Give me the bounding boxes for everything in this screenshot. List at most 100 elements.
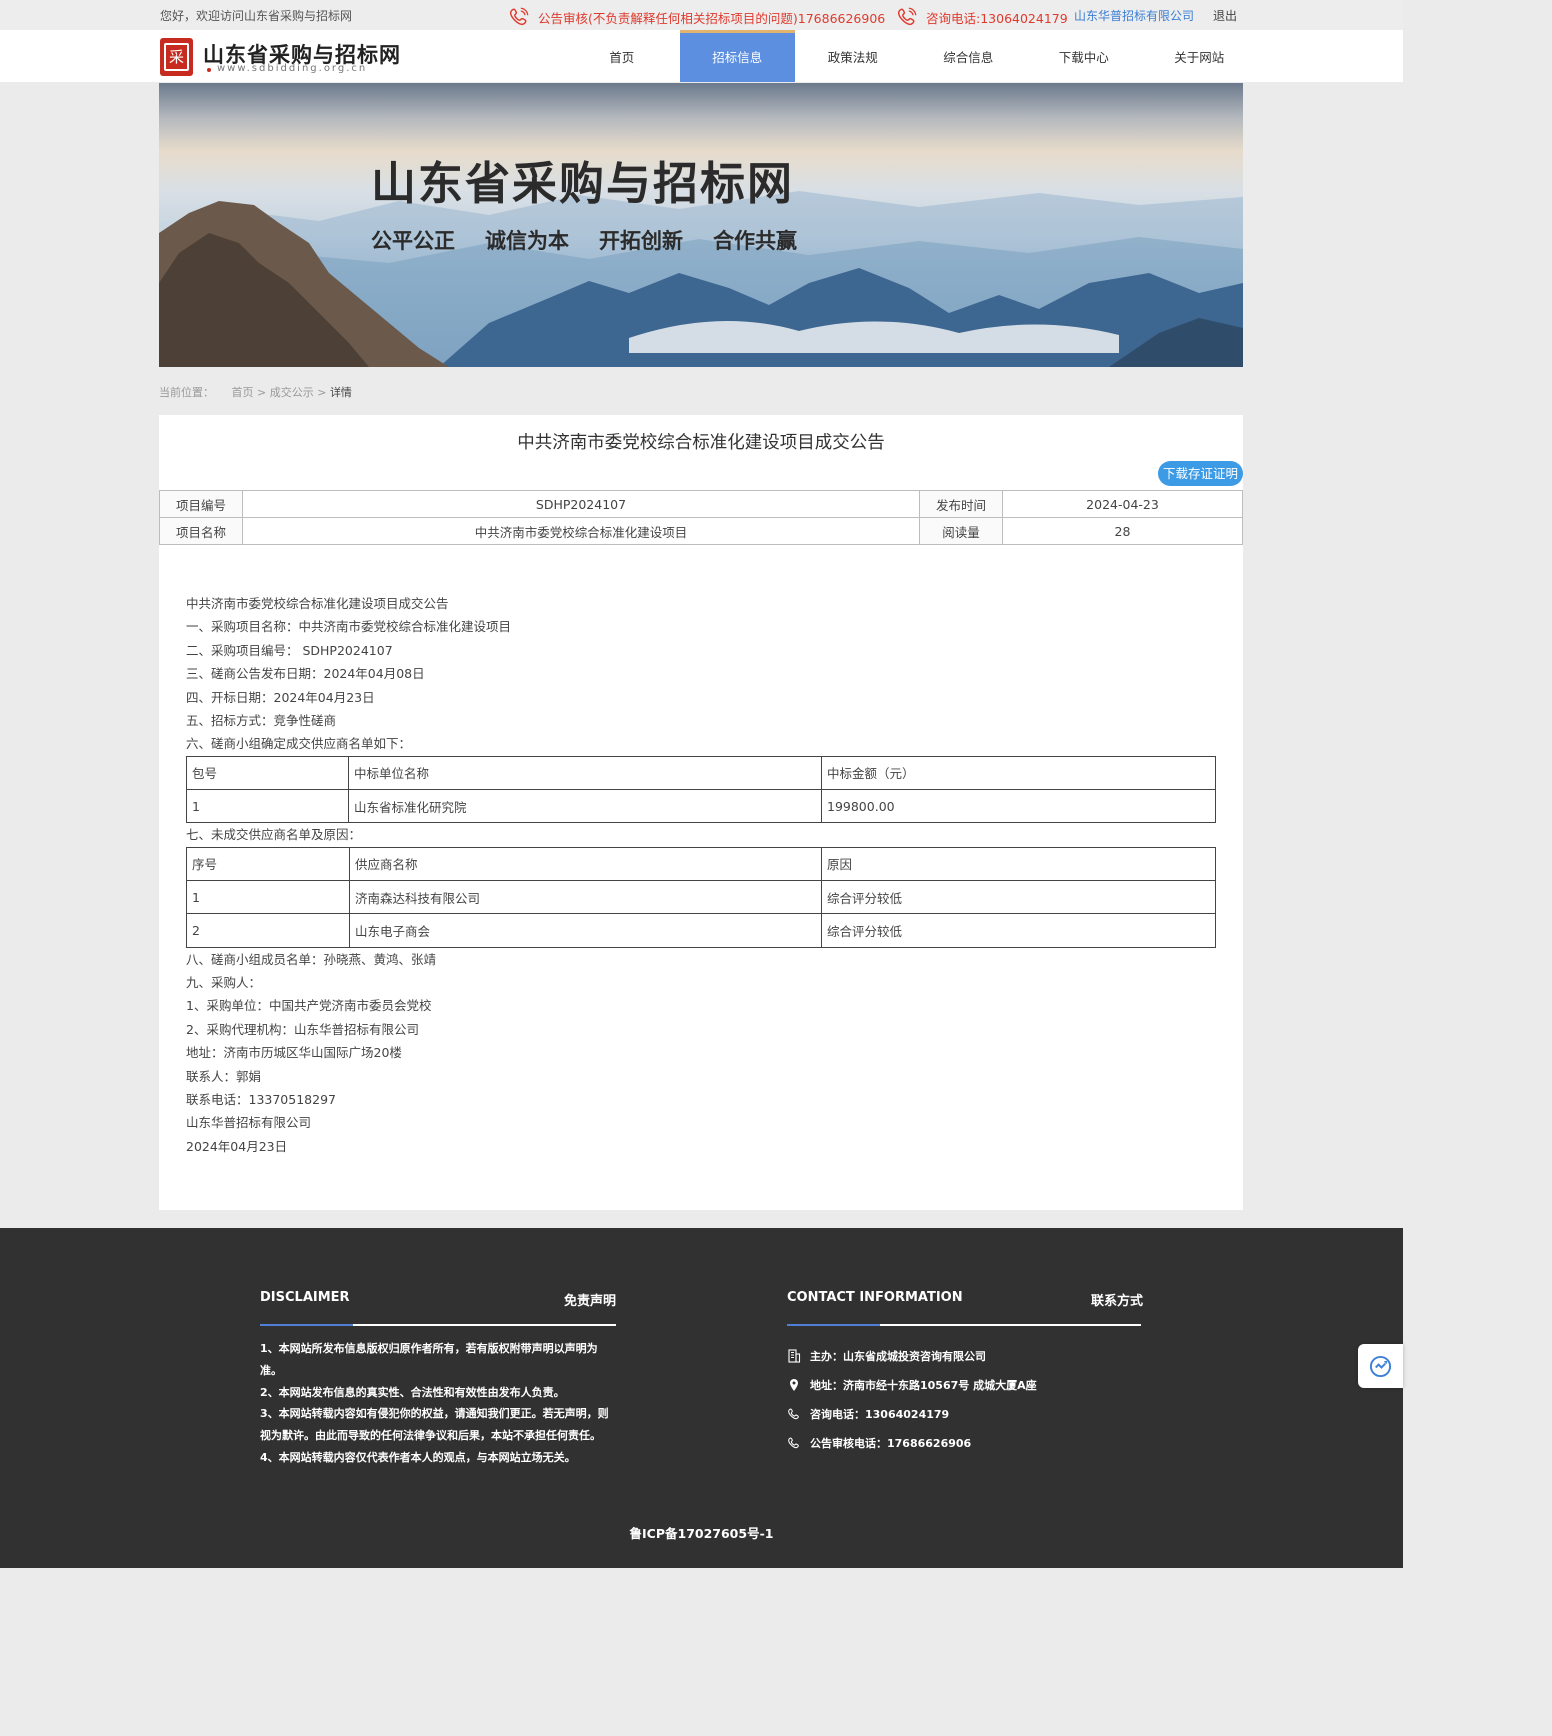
table-cell: 2 (186, 913, 350, 948)
table-header-cell: 包号 (186, 755, 349, 791)
body-line: 联系电话：13370518297 (186, 1091, 336, 1107)
building-icon (788, 1348, 801, 1363)
table-header-cell: 中标金额（元） (821, 755, 1216, 791)
table-header-cell: 中标单位名称 (348, 755, 822, 791)
logo-url: www.sdbidding.org.cn (206, 63, 368, 74)
breadcrumb-deal-notices[interactable]: 成交公示 (270, 386, 314, 399)
contact-item: 地址：济南市经十东路10567号 成城大厦A座 (787, 1370, 1037, 1399)
top-bar: 您好，欢迎访问山东省采购与招标网 公告审核(不负责解释任何相关招标项目的问题)1… (0, 0, 1403, 30)
table-row: 1 山东省标准化研究院 199800.00 (186, 789, 1216, 824)
banner-title: 山东省采购与招标网 (371, 157, 795, 210)
table-header-row: 包号 中标单位名称 中标金额（元） (186, 755, 1216, 791)
notice-text: 公告审核(不负责解释任何相关招标项目的问题)17686626906 (538, 10, 886, 26)
icp-record[interactable]: 鲁ICP备17027605号-1 (0, 1523, 1403, 1542)
nav-item-general-info[interactable]: 综合信息 (911, 30, 1027, 82)
contact-address: 地址：济南市经十东路10567号 成城大厦A座 (810, 1378, 1037, 1392)
table-cell: 1 (186, 880, 350, 915)
company-link[interactable]: 山东华普招标有限公司 (1074, 7, 1194, 24)
table-cell: 济南森达科技有限公司 (349, 880, 822, 915)
contact-divider (787, 1324, 1141, 1326)
nav-item-downloads[interactable]: 下载中心 (1026, 30, 1142, 82)
consult-phone: 咨询电话:13064024179 (896, 6, 1068, 28)
body-line: 一、采购项目名称：中共济南市委党校综合标准化建设项目 (186, 619, 512, 635)
body-line: 中共济南市委党校综合标准化建设项目成交公告 (186, 596, 449, 611)
breadcrumb-separator: > (317, 386, 327, 399)
banner-slogan: 合作共赢 (713, 228, 797, 253)
contact-consult-phone: 咨询电话：13064024179 (810, 1407, 950, 1421)
table-row: 项目名称 中共济南市委党校综合标准化建设项目 阅读量 28 (159, 517, 1243, 545)
views-value: 28 (1002, 517, 1243, 545)
breadcrumb: 当前位置： 首页 > 成交公示 > 详情 (159, 384, 352, 400)
banner-slogans: 公平公正 诚信为本 开拓创新 合作共赢 (371, 225, 827, 255)
table-header-cell: 序号 (186, 846, 350, 882)
body-line: 地址：济南市历城区华山国际广场20楼 (186, 1045, 402, 1061)
banner-slogan: 开拓创新 (599, 228, 683, 253)
body-line: 七、未成交供应商名单及原因： (186, 827, 362, 843)
body-line: 五、招标方式：竞争性磋商 (186, 712, 337, 728)
body-line: 八、磋商小组成员名单：孙晓燕、黄鸿、张靖 (186, 951, 437, 967)
table-cell: 1 (186, 789, 349, 824)
logout-link[interactable]: 退出 (1213, 7, 1237, 24)
consult-phone-text: 咨询电话:13064024179 (926, 10, 1068, 26)
table-row: 项目编号 SDHP2024107 发布时间 2024-04-23 (159, 490, 1243, 518)
table-cell: 综合评分较低 (821, 880, 1216, 915)
body-line: 山东华普招标有限公司 (186, 1115, 312, 1131)
contact-item: 主办：山东省成城投资咨询有限公司 (787, 1341, 1037, 1370)
breadcrumb-current: 详情 (329, 386, 352, 399)
floating-widget-button[interactable] (1358, 1344, 1403, 1388)
table-cell: 山东省标准化研究院 (348, 789, 822, 824)
body-line: 2、采购代理机构：山东华普招标有限公司 (186, 1021, 419, 1037)
breadcrumb-home[interactable]: 首页 (232, 386, 254, 399)
breadcrumb-separator: > (257, 386, 267, 399)
disclaimer-divider (260, 1324, 616, 1326)
body-line: 2024年04月23日 (186, 1138, 288, 1154)
body-line: 联系人：郭娟 (186, 1068, 262, 1084)
body-line: 三、磋商公告发布日期：2024年04月08日 (186, 666, 425, 682)
table-cell: 199800.00 (821, 789, 1216, 824)
phone-icon (788, 1437, 799, 1448)
phone-icon (509, 7, 529, 26)
notice-body: 中共济南市委党校综合标准化建设项目成交公告 一、采购项目名称：中共济南市委党校综… (186, 592, 1216, 1158)
contact-item: 咨询电话：13064024179 (787, 1399, 1037, 1428)
site-header: 采 山东省采购与招标网 www.sdbidding.org.cn 首页 招标信息… (0, 30, 1403, 82)
contact-list: 主办：山东省成城投资咨询有限公司 地址：济南市经十东路10567号 成城大厦A座… (787, 1341, 1037, 1457)
unsuccessful-suppliers-table: 序号 供应商名称 原因 1 济南森达科技有限公司 综合评分较低 2 山东电子商会… (186, 846, 1216, 948)
refresh-icon (1369, 1355, 1392, 1378)
breadcrumb-label: 当前位置： (159, 386, 214, 399)
page-title: 中共济南市委党校综合标准化建设项目成交公告 (517, 433, 885, 453)
table-header-cell: 供应商名称 (349, 846, 822, 882)
table-header-row: 序号 供应商名称 原因 (186, 846, 1216, 882)
publish-time-value: 2024-04-23 (1002, 490, 1243, 518)
main-nav: 首页 招标信息 政策法规 综合信息 下载中心 关于网站 (564, 30, 1257, 82)
project-no-value: SDHP2024107 (242, 490, 920, 518)
hero-banner: 山东省采购与招标网 公平公正 诚信为本 开拓创新 合作共赢 (159, 83, 1243, 367)
contact-heading-en: CONTACT INFORMATION (787, 1290, 963, 1305)
notice-phone: 公告审核(不负责解释任何相关招标项目的问题)17686626906 (508, 6, 885, 28)
nav-item-about[interactable]: 关于网站 (1142, 30, 1258, 82)
body-line: 九、采购人： (186, 975, 262, 990)
project-name-label: 项目名称 (159, 517, 243, 545)
disclaimer-item: 3、本网站转载内容如有侵犯你的权益，请通知我们更正。若无声明，则视为默许。由此而… (260, 1407, 609, 1443)
table-row: 1 济南森达科技有限公司 综合评分较低 (186, 880, 1216, 915)
contact-host: 主办：山东省成城投资咨询有限公司 (810, 1349, 986, 1363)
banner-slogan: 公平公正 (371, 228, 455, 253)
project-meta-table: 项目编号 SDHP2024107 发布时间 2024-04-23 项目名称 中共… (159, 490, 1243, 545)
project-name-value: 中共济南市委党校综合标准化建设项目 (242, 517, 920, 545)
banner-slogan: 诚信为本 (485, 228, 569, 253)
nav-item-tender-info[interactable]: 招标信息 (679, 30, 795, 82)
welcome-text: 您好，欢迎访问山东省采购与招标网 (160, 9, 353, 23)
divider-accent (260, 1324, 353, 1326)
disclaimer-list: 1、本网站所发布信息版权归原作者所有，若有版权附带声明以声明为准。 2、本网站发… (260, 1338, 618, 1469)
phone-icon (788, 1408, 799, 1419)
body-line: 四、开标日期：2024年04月23日 (186, 689, 375, 705)
nav-item-policy[interactable]: 政策法规 (795, 30, 911, 82)
contact-item: 公告审核电话：17686626906 (787, 1428, 1037, 1457)
site-footer: DISCLAIMER 免责声明 1、本网站所发布信息版权归原作者所有，若有版权附… (0, 1228, 1403, 1568)
disclaimer-heading-en: DISCLAIMER (260, 1290, 350, 1305)
publish-time-label: 发布时间 (919, 490, 1003, 518)
body-line: 六、磋商小组确定成交供应商名单如下： (186, 736, 412, 752)
logo-icon[interactable]: 采 (160, 38, 193, 76)
nav-item-home[interactable]: 首页 (564, 30, 680, 82)
download-certificate-button[interactable]: 下载存证证明 (1158, 461, 1243, 486)
body-line: 二、采购项目编号： SDHP2024107 (186, 642, 393, 658)
